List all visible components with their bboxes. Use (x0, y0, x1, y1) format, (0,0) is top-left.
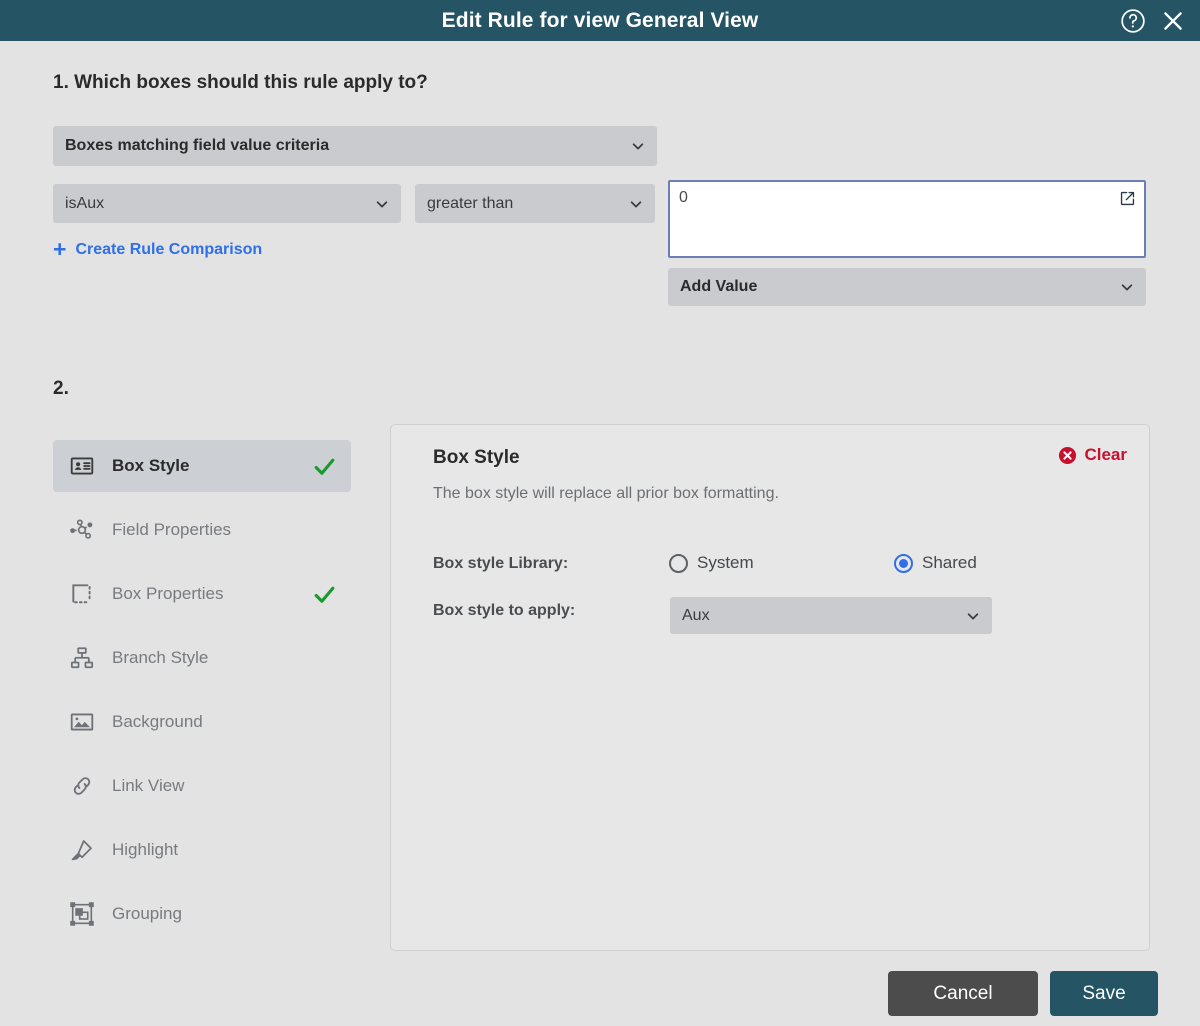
sidebar-item-label: Box Properties (112, 584, 224, 603)
dialog-footer: Cancel Save (0, 966, 1200, 1026)
sidebar-item-label: Branch Style (112, 648, 209, 667)
sidebar-item-link-view[interactable]: Link View (53, 760, 351, 812)
field-select[interactable]: isAux (53, 184, 401, 223)
chevron-down-icon (631, 139, 645, 153)
radio-option-shared[interactable]: Shared (894, 553, 977, 573)
sidebar-item-label: Highlight (112, 840, 179, 859)
rule-value-text: 0 (679, 189, 688, 206)
plus-icon: + (53, 236, 67, 262)
panel-title: Box Style (433, 447, 520, 468)
panel-subtitle: The box style will replace all prior box… (433, 485, 779, 502)
field-select-value: isAux (65, 194, 105, 212)
highlighter-icon (69, 837, 103, 863)
titlebar-actions (1120, 0, 1186, 41)
group-shapes-icon (69, 901, 103, 927)
cancel-button[interactable]: Cancel (888, 971, 1038, 1016)
scope-select-value: Boxes matching field value criteria (65, 137, 330, 154)
radio-option-system[interactable]: System (669, 553, 894, 573)
create-rule-comparison-label: Create Rule Comparison (75, 240, 263, 258)
box-style-detail-panel: Box Style The box style will replace all… (390, 424, 1150, 951)
box-style-to-apply-value: Aux (682, 606, 710, 624)
radio-option-label: System (697, 553, 754, 572)
check-icon (312, 454, 337, 479)
box-style-library-label: Box style Library: (433, 555, 569, 572)
operator-select-value: greater than (427, 194, 514, 212)
chevron-down-icon (966, 609, 980, 623)
sidebar-item-label: Link View (112, 776, 185, 795)
id-card-icon (69, 453, 103, 479)
error-circle-icon (1058, 446, 1077, 465)
add-value-select-value: Add Value (680, 278, 758, 295)
help-circle-icon[interactable] (1120, 8, 1146, 34)
link-icon (69, 773, 103, 799)
radio-dot-icon (669, 553, 688, 573)
sidebar-item-grouping[interactable]: Grouping (53, 888, 351, 940)
sidebar-item-label: Field Properties (112, 520, 232, 539)
chevron-down-icon (629, 197, 643, 211)
scope-select[interactable]: Boxes matching field value criteria (53, 126, 657, 166)
operator-select[interactable]: greater than (415, 184, 655, 223)
dialog-titlebar: Edit Rule for view General View (0, 0, 1200, 41)
chevron-down-icon (1120, 280, 1134, 294)
node-graph-icon (69, 517, 103, 543)
style-category-list: Box Style Field Properties Box Propertie… (53, 440, 351, 952)
box-style-to-apply-label: Box style to apply: (433, 602, 576, 619)
dashed-box-icon (69, 581, 103, 607)
clear-label: Clear (1084, 445, 1127, 464)
section-2-heading: 2. (53, 378, 69, 399)
clear-button[interactable]: Clear (1058, 445, 1127, 465)
save-button[interactable]: Save (1050, 971, 1158, 1016)
close-icon[interactable] (1160, 8, 1186, 34)
add-value-select[interactable]: Add Value (668, 268, 1146, 306)
create-rule-comparison-link[interactable]: + Create Rule Comparison (53, 238, 262, 261)
check-icon (312, 582, 337, 607)
sidebar-item-background[interactable]: Background (53, 696, 351, 748)
section-1-heading: 1. Which boxes should this rule apply to… (53, 72, 428, 93)
chevron-down-icon (375, 197, 389, 211)
radio-dot-icon (894, 553, 913, 573)
dialog-title: Edit Rule for view General View (441, 8, 759, 32)
box-style-to-apply-select[interactable]: Aux (670, 597, 992, 634)
sidebar-item-box-style[interactable]: Box Style (53, 440, 351, 492)
radio-option-label: Shared (922, 553, 977, 572)
box-style-library-radio-group: System Shared (669, 553, 977, 573)
hierarchy-icon (69, 645, 103, 671)
sidebar-item-highlight[interactable]: Highlight (53, 824, 351, 876)
rule-value-input[interactable]: 0 (668, 180, 1146, 258)
sidebar-item-field-properties[interactable]: Field Properties (53, 504, 351, 556)
sidebar-item-branch-style[interactable]: Branch Style (53, 632, 351, 684)
external-link-icon[interactable] (1119, 190, 1136, 207)
sidebar-item-box-properties[interactable]: Box Properties (53, 568, 351, 620)
sidebar-item-label: Grouping (112, 904, 182, 923)
sidebar-item-label: Background (112, 712, 203, 731)
sidebar-item-label: Box Style (112, 456, 190, 475)
image-icon (69, 709, 103, 735)
